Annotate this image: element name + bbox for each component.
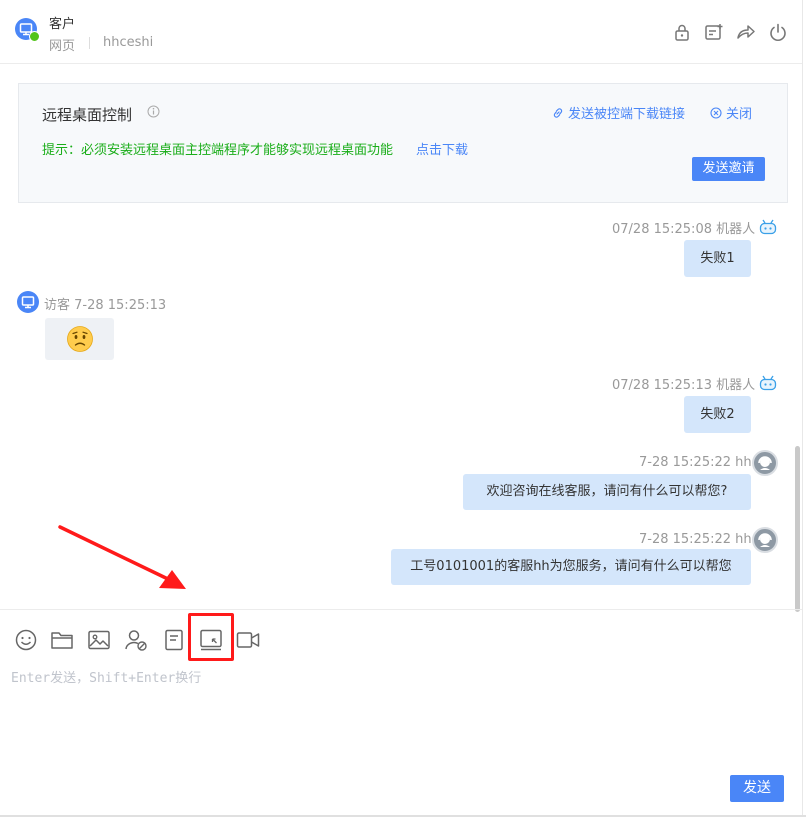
visitor-avatar xyxy=(17,291,39,313)
message-meta: 7-28 15:25:22 hh xyxy=(639,532,752,547)
transfer-icon[interactable] xyxy=(736,22,756,42)
channel-label: 网页 xyxy=(49,39,76,54)
document-icon[interactable] xyxy=(162,628,186,652)
worried-face-emoji-icon xyxy=(67,326,93,352)
folder-icon[interactable] xyxy=(50,628,74,652)
site-label: hhceshi xyxy=(103,35,154,50)
monitor-icon xyxy=(21,296,35,309)
emoji-icon[interactable] xyxy=(14,628,38,652)
video-icon[interactable] xyxy=(236,628,260,652)
message-bubble: 欢迎咨询在线客服，请问有什么可以帮您? xyxy=(463,474,751,510)
window-right-border xyxy=(802,0,803,817)
image-icon[interactable] xyxy=(87,628,111,652)
chat-header: 客户 网页 hhceshi xyxy=(0,0,802,64)
message-meta: 07/28 15:25:08 机器人 xyxy=(612,222,756,237)
send-download-link-label: 发送被控端下载链接 xyxy=(568,107,686,122)
input-placeholder: Enter发送，Shift+Enter换行 xyxy=(11,671,202,686)
download-link[interactable]: 点击下载 xyxy=(416,139,468,158)
message-meta: 访客 7-28 15:25:13 xyxy=(44,298,167,313)
send-download-link[interactable]: 发送被控端下载链接 xyxy=(552,103,685,122)
robot-icon xyxy=(759,219,777,235)
power-icon[interactable] xyxy=(768,22,788,42)
agent-headset-icon xyxy=(758,456,772,470)
message-bubble: 失败2 xyxy=(684,396,751,433)
agent-headset-icon xyxy=(758,533,772,547)
remote-desktop-title: 远程桌面控制 xyxy=(42,106,133,124)
remote-desktop-panel: 远程桌面控制 发送被控端下载链接 关闭 提示：必须安装远程桌面主控端程序才能够实… xyxy=(18,83,788,203)
close-label: 关闭 xyxy=(726,107,753,122)
user-block-icon[interactable] xyxy=(124,628,148,652)
send-button[interactable]: 发送 xyxy=(730,775,784,802)
send-invite-button[interactable]: 发送邀请 xyxy=(692,157,765,181)
customer-label: 客户 xyxy=(49,17,76,32)
note-add-icon[interactable] xyxy=(704,22,724,42)
agent-avatar xyxy=(752,527,778,553)
message-scrollbar[interactable] xyxy=(795,446,800,612)
customer-avatar xyxy=(15,18,40,42)
message-meta: 7-28 15:25:22 hh xyxy=(639,455,752,470)
toolbar-divider xyxy=(0,609,802,610)
message-bubble: 失败1 xyxy=(684,240,751,277)
header-separator xyxy=(89,37,90,49)
message-bubble: 工号0101001的客服hh为您服务，请问有什么可以帮您 xyxy=(391,549,751,585)
online-check-icon xyxy=(29,31,40,42)
info-icon[interactable] xyxy=(147,105,160,118)
link-icon xyxy=(553,108,563,118)
message-bubble xyxy=(45,318,114,360)
close-panel-button[interactable]: 关闭 xyxy=(710,103,752,122)
annotation-arrow xyxy=(58,525,186,589)
robot-icon xyxy=(759,375,777,391)
lock-icon[interactable] xyxy=(672,22,692,42)
install-tip: 提示：必须安装远程桌面主控端程序才能够实现远程桌面功能 xyxy=(42,143,394,158)
message-meta: 07/28 15:25:13 机器人 xyxy=(612,378,756,393)
highlight-box xyxy=(188,613,234,661)
close-circle-icon xyxy=(710,107,722,119)
agent-avatar xyxy=(752,450,778,476)
